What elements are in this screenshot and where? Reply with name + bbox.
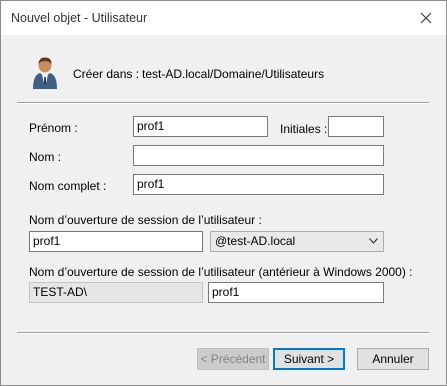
logon-name-input[interactable]: prof1: [29, 231, 203, 252]
bottom-separator: [17, 332, 429, 334]
domain-suffix-select[interactable]: @test-AD.local: [210, 231, 384, 252]
full-name-label: Nom complet :: [29, 179, 107, 193]
full-name-input[interactable]: prof1: [133, 174, 384, 195]
title-bar: Nouvel objet - Utilisateur: [1, 1, 446, 35]
first-name-label: Prénom :: [29, 121, 78, 135]
logon-name-label: Nom d’ouverture de session de l’utilisat…: [29, 213, 262, 227]
first-name-input[interactable]: prof1: [133, 116, 268, 137]
cancel-button[interactable]: Annuler: [357, 348, 429, 370]
legacy-logon-label: Nom d’ouverture de session de l’utilisat…: [29, 265, 413, 279]
close-button[interactable]: [414, 6, 438, 30]
previous-button[interactable]: < Précédent: [197, 348, 269, 370]
initials-label: Initiales :: [280, 122, 328, 136]
close-icon: [420, 12, 432, 24]
top-separator: [17, 102, 429, 104]
dialog-window: Nouvel objet - Utilisateur Créer dans : …: [0, 0, 447, 386]
domain-suffix-value: @test-AD.local: [215, 234, 296, 248]
create-in-path: test-AD.local/Domaine/Utilisateurs: [142, 67, 325, 81]
last-name-input[interactable]: [133, 145, 384, 166]
next-button[interactable]: Suivant >: [273, 348, 345, 370]
legacy-domain-field: TEST-AD\: [29, 282, 203, 303]
window-title: Nouvel objet - Utilisateur: [11, 11, 148, 25]
chevron-down-icon: [369, 238, 378, 244]
user-icon: [33, 57, 57, 89]
initials-input[interactable]: [328, 116, 384, 137]
legacy-logon-input[interactable]: prof1: [208, 282, 384, 303]
last-name-label: Nom :: [29, 150, 62, 164]
create-in-label: Créer dans :: [73, 67, 140, 81]
